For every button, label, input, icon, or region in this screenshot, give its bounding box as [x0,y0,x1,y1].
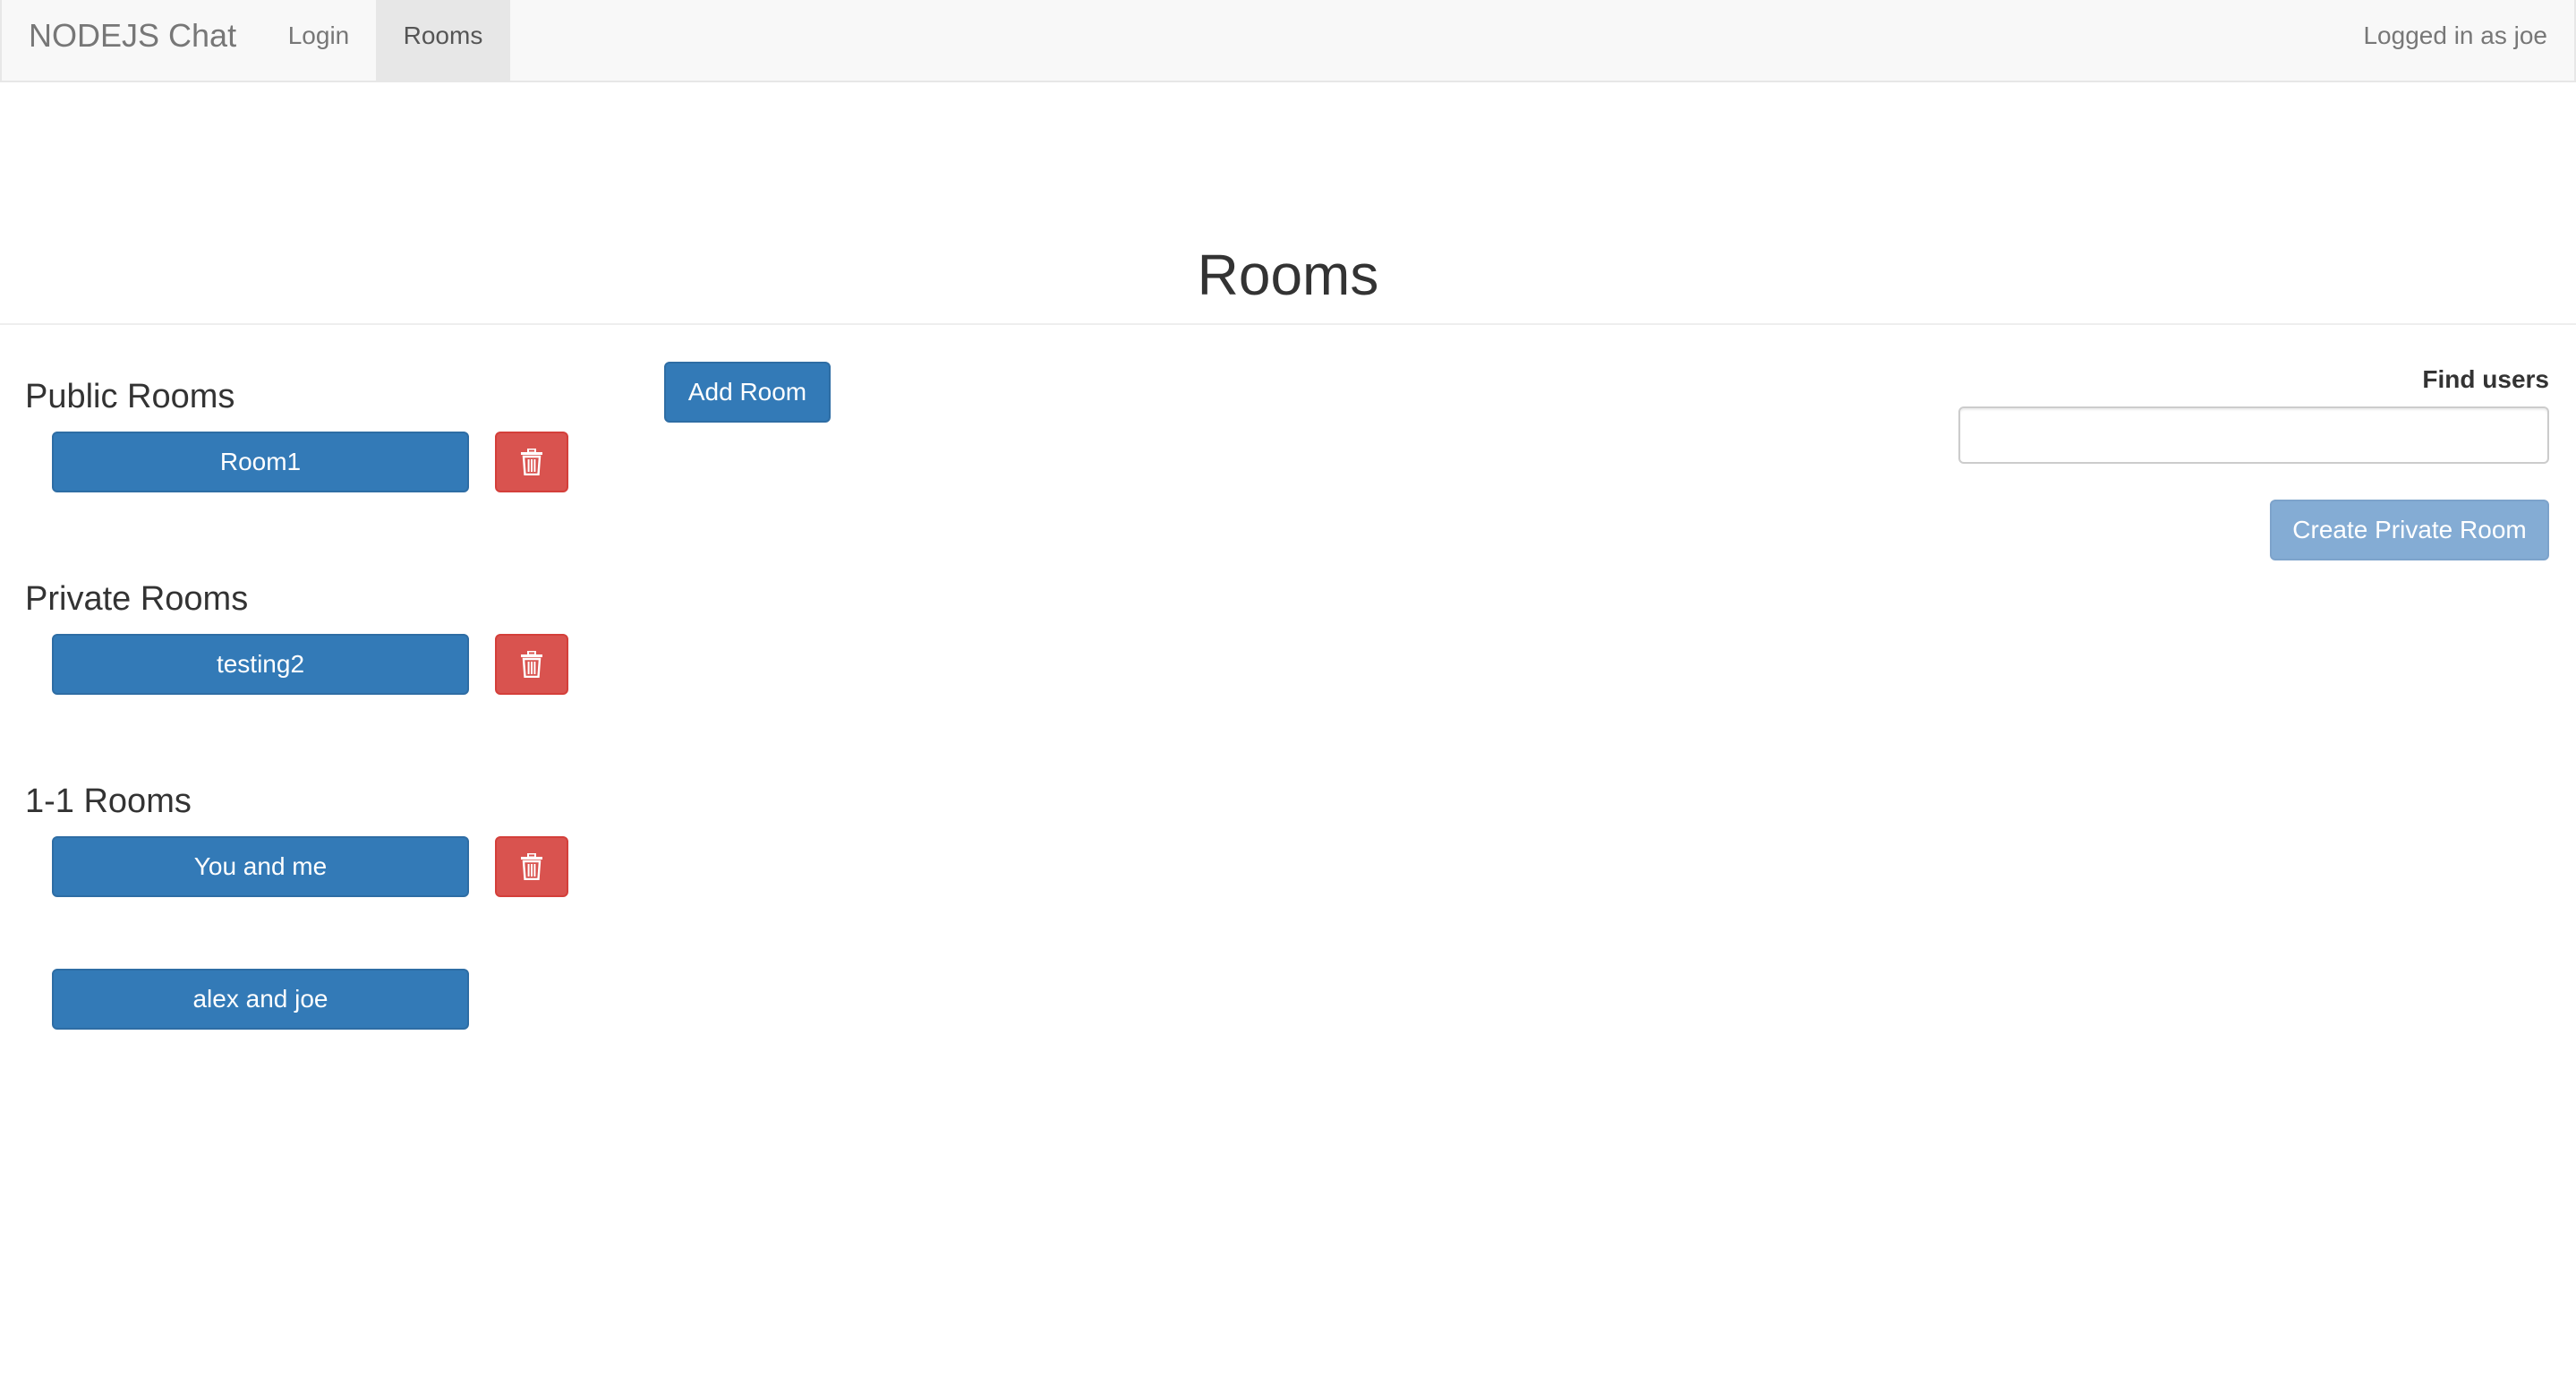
title-divider [0,323,2576,325]
private-rooms-heading: Private Rooms [25,580,249,618]
trash-icon [520,853,543,880]
find-users-label: Find users [2422,365,2549,393]
public-rooms-heading: Public Rooms [25,378,235,415]
top-navbar: NODEJS Chat Login Rooms Logged in as joe [0,0,2576,82]
logged-in-status: Logged in as joe [2363,21,2547,49]
create-private-room-button[interactable]: Create Private Room [2270,500,2549,560]
delete-room-button[interactable] [495,634,568,695]
navbar-brand[interactable]: NODEJS Chat [29,0,236,81]
delete-room-button[interactable] [495,432,568,492]
room-button-alex-and-joe[interactable]: alex and joe [52,969,469,1030]
room-button-you-and-me[interactable]: You and me [52,836,469,897]
one-on-one-rooms-heading: 1-1 Rooms [25,783,192,820]
nav-item-rooms[interactable]: Rooms [376,0,510,81]
trash-icon [520,651,543,678]
trash-icon [520,449,543,475]
find-users-input[interactable] [1958,406,2549,464]
delete-room-button[interactable] [495,836,568,897]
room-button-testing2[interactable]: testing2 [52,634,469,695]
nav-item-login[interactable]: Login [261,0,376,81]
page-title: Rooms [1197,243,1379,307]
room-button-room1[interactable]: Room1 [52,432,469,492]
add-room-button[interactable]: Add Room [664,362,831,423]
